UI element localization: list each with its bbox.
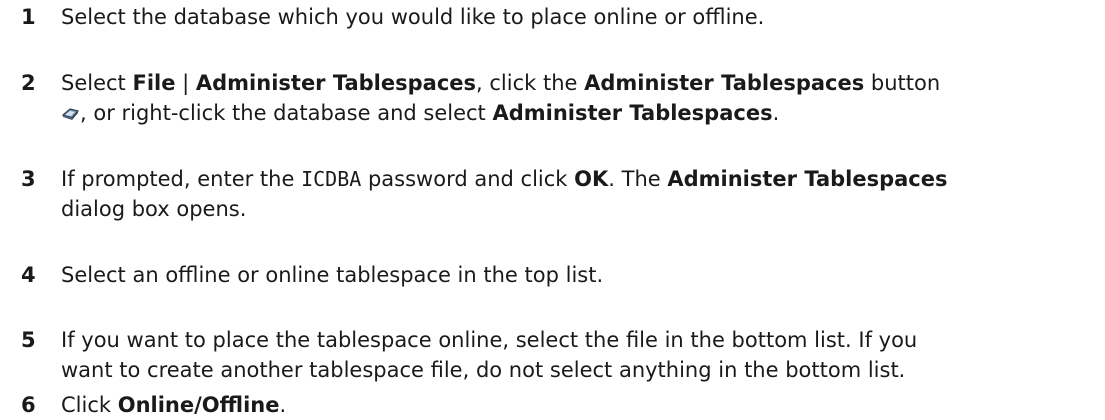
online-offline-button-ref: Online/Offline: [117, 393, 280, 417]
text-run: . The: [608, 167, 668, 191]
step-number: 2: [21, 71, 36, 95]
step-number: 1: [21, 5, 36, 29]
ok-button-ref: OK: [574, 167, 609, 191]
step-number: 6: [21, 393, 36, 417]
text-run: |: [175, 71, 196, 95]
step-text: Select an offline or online tablespace i…: [61, 263, 604, 287]
text-line: If you want to place the tablespace onli…: [61, 328, 918, 352]
menu-file: File: [132, 71, 176, 95]
step-text: If you want to place the tablespace onli…: [61, 325, 1101, 385]
context-menu-item: Administer Tablespaces: [492, 101, 773, 125]
step-number: 3: [21, 167, 36, 191]
step-text: Click Online/Offline.: [61, 390, 1101, 420]
text-run: password and click: [361, 167, 575, 191]
text-run: , click the: [476, 71, 585, 95]
dialog-name: Administer Tablespaces: [667, 167, 948, 191]
text-run: .: [772, 101, 780, 125]
step-number: 4: [21, 263, 36, 287]
step-text: Select File | Administer Tablespaces, cl…: [61, 68, 1101, 128]
code-user: ICDBA: [301, 167, 362, 191]
administer-tablespaces-icon: [61, 108, 80, 120]
menu-administer-tablespaces: Administer Tablespaces: [195, 71, 477, 95]
text-run: , or right-click the database and select: [80, 101, 493, 125]
step-text: Select the database which you would like…: [61, 5, 765, 29]
text-run: Click: [61, 393, 118, 417]
step-text: If prompted, enter the ICDBA password an…: [61, 164, 1101, 224]
text-run: Select: [61, 71, 133, 95]
text-run: button: [864, 71, 941, 95]
step-number: 5: [21, 328, 36, 352]
text-line: want to create another tablespace file, …: [61, 358, 906, 382]
text-run: .: [279, 393, 287, 417]
procedure-steps: 1 Select the database which you would li…: [0, 0, 1105, 417]
text-run: If prompted, enter the: [61, 167, 302, 191]
text-run: dialog box opens.: [61, 197, 247, 221]
button-name: Administer Tablespaces: [584, 71, 865, 95]
